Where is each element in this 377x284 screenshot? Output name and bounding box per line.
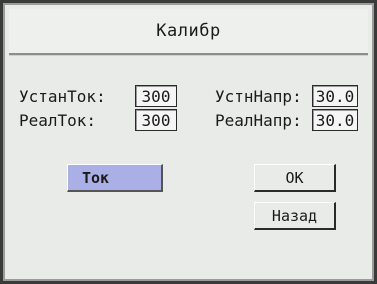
set-current-field[interactable]: 300: [135, 85, 177, 107]
real-current-label: РеалТок:: [19, 111, 97, 130]
calibration-form: УстанТок: 300 РеалТок: 300 УстнНапр: 30.…: [9, 65, 368, 275]
set-voltage-field[interactable]: 30.0: [312, 85, 358, 107]
set-voltage-label: УстнНапр:: [215, 87, 302, 106]
real-voltage-label: РеалНапр:: [215, 111, 302, 130]
real-voltage-field[interactable]: 30.0: [312, 109, 358, 131]
ok-button[interactable]: ОК: [254, 164, 336, 192]
title-bar: Калибр: [9, 9, 368, 55]
back-button[interactable]: Назад: [254, 202, 336, 230]
calibration-screen: Калибр УстанТок: 300 РеалТок: 300 УстнНа…: [3, 3, 374, 281]
real-current-field[interactable]: 300: [135, 109, 177, 131]
window-title: Калибр: [156, 21, 221, 41]
current-mode-button[interactable]: Ток: [67, 164, 163, 192]
set-current-label: УстанТок:: [19, 87, 106, 106]
